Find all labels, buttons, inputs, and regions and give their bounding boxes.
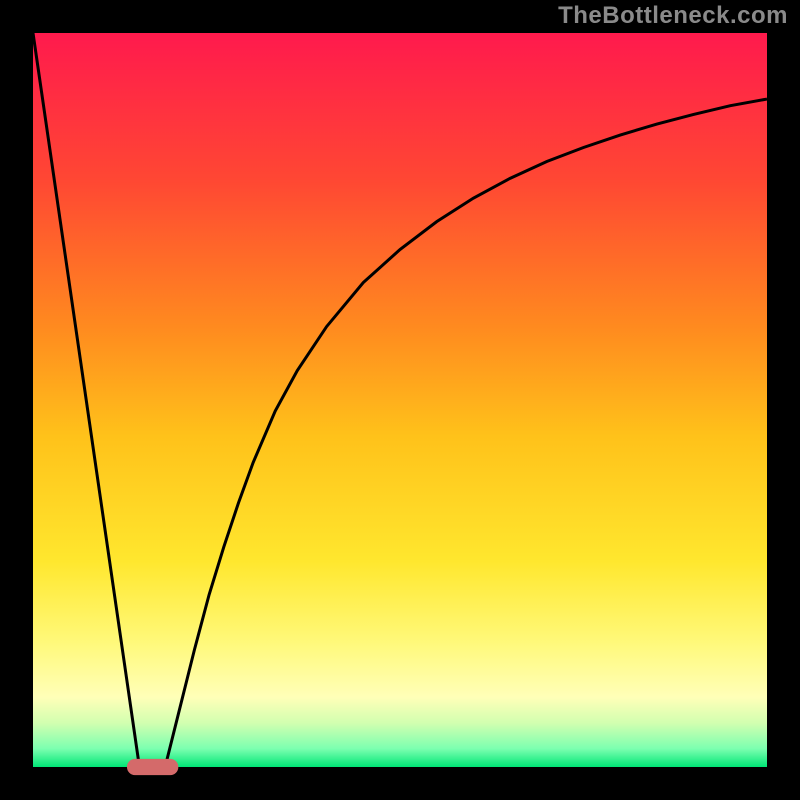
watermark-text: TheBottleneck.com — [558, 2, 788, 30]
chart-frame: TheBottleneck.com — [0, 0, 800, 800]
plot-area — [33, 33, 767, 767]
bottleneck-chart — [0, 0, 800, 800]
bottom-marker-pill — [127, 759, 178, 775]
